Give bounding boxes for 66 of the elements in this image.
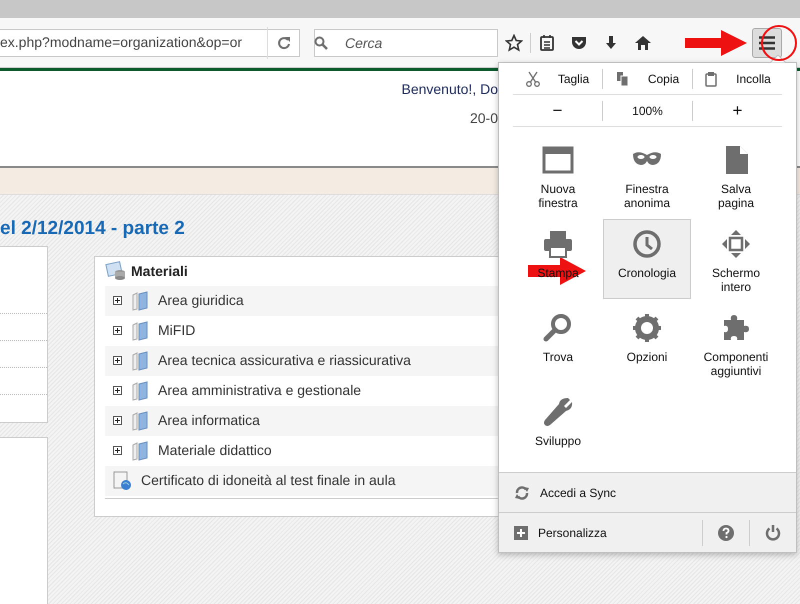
folder-link[interactable]: Materiale didattico — [158, 440, 272, 461]
folder-icon — [130, 290, 150, 310]
reading-list-icon — [538, 34, 556, 52]
annotation-arrow — [685, 30, 747, 56]
power-icon — [765, 524, 781, 540]
search-icon — [314, 36, 328, 50]
gear-icon — [631, 312, 663, 344]
folder-link[interactable]: Area informatica — [158, 410, 260, 431]
plus-icon — [514, 526, 528, 540]
menu-item[interactable]: Cronologia — [603, 219, 691, 299]
folder-link[interactable]: MiFID — [158, 320, 196, 341]
window-icon — [542, 144, 574, 176]
expand-icon[interactable] — [113, 446, 122, 455]
folder-icon — [130, 350, 150, 370]
cut-button[interactable]: Taglia — [513, 63, 602, 94]
folder-icon — [130, 380, 150, 400]
menu-item[interactable]: Stampa — [514, 219, 602, 299]
folder-icon — [130, 320, 150, 340]
printer-icon — [542, 228, 574, 260]
paste-icon — [704, 70, 718, 86]
url-text: ex.php?modname=organization&op=or — [0, 33, 244, 52]
expand-icon[interactable] — [113, 326, 122, 335]
folder-link[interactable]: Area giuridica — [158, 290, 244, 311]
help-icon — [718, 524, 734, 540]
menu-item[interactable]: Opzioni — [603, 303, 691, 383]
folder-icon — [130, 410, 150, 430]
address-bar[interactable]: ex.php?modname=organization&op=or — [0, 28, 300, 56]
certificate-icon — [113, 470, 133, 490]
date-text: 20-0 — [470, 109, 498, 128]
panel-title: Materiali — [131, 262, 188, 280]
expand-icon[interactable] — [113, 296, 122, 305]
menu-item[interactable]: Salva pagina — [692, 135, 780, 215]
zoom-reset-button[interactable]: 100% — [603, 95, 692, 126]
materials-icon — [105, 261, 127, 281]
fullscreen-icon — [720, 228, 752, 260]
annotation-circle — [760, 24, 798, 62]
menu-item[interactable]: Sviluppo — [514, 387, 602, 467]
expand-icon[interactable] — [113, 416, 122, 425]
bookmark-star-icon — [505, 34, 523, 52]
clock-icon — [631, 228, 663, 260]
reload-icon — [276, 36, 290, 50]
search-field[interactable]: Cerca — [314, 28, 498, 56]
menu-item[interactable]: Nuova finestra — [514, 135, 602, 215]
search-icon — [542, 312, 574, 344]
folder-icon — [130, 440, 150, 460]
welcome-text: Benvenuto!, Do — [401, 80, 498, 99]
expand-icon[interactable] — [113, 386, 122, 395]
folder-link[interactable]: Area amministrativa e gestionale — [158, 380, 362, 401]
menu-button[interactable] — [752, 28, 782, 58]
zoom-out-button[interactable]: − — [513, 95, 602, 126]
sync-icon — [514, 484, 530, 500]
cut-icon — [526, 70, 540, 86]
home-icon — [634, 34, 652, 52]
menu-item[interactable]: Schermo intero — [692, 219, 780, 299]
menu-item[interactable]: Componenti aggiuntivi — [692, 303, 780, 383]
wrench-icon — [542, 396, 574, 428]
menu-icon — [759, 36, 775, 50]
menu-item[interactable]: Finestra anonima — [603, 135, 691, 215]
page-title: el 2/12/2014 - parte 2 — [0, 217, 185, 241]
copy-button[interactable]: Copia — [603, 63, 692, 94]
menu-item[interactable]: Trova — [514, 303, 602, 383]
expand-icon[interactable] — [113, 356, 122, 365]
paste-button[interactable]: Incolla — [693, 63, 782, 94]
copy-icon — [616, 70, 630, 86]
annotation-arrow — [528, 257, 586, 285]
zoom-in-button[interactable]: + — [693, 95, 782, 126]
